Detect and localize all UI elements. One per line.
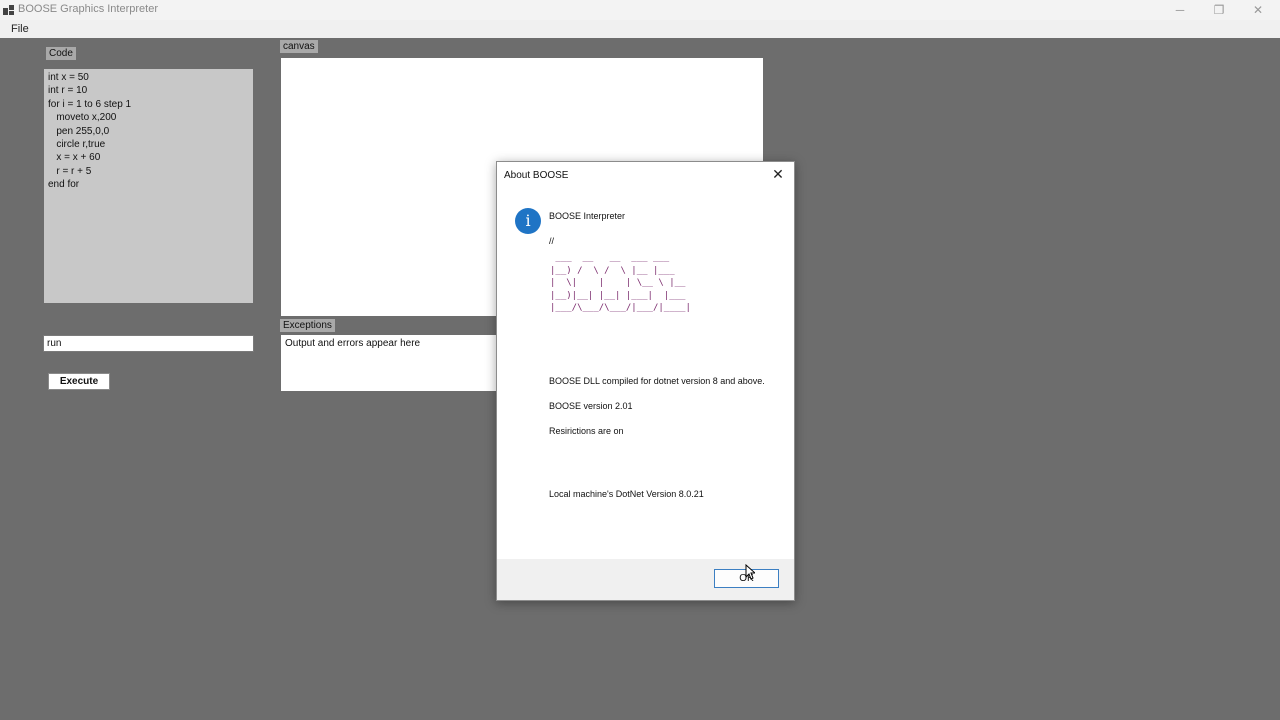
version-text: BOOSE version 2.01 bbox=[549, 401, 633, 411]
command-input[interactable]: run bbox=[43, 335, 254, 352]
mouse-cursor-icon bbox=[745, 564, 755, 580]
app-icon bbox=[3, 5, 14, 15]
code-line: circle r,true bbox=[48, 138, 106, 150]
code-line: int x = 50 bbox=[48, 72, 89, 83]
canvas-label: canvas bbox=[280, 40, 318, 53]
dotnet-version-text: Local machine's DotNet Version 8.0.21 bbox=[549, 489, 704, 499]
code-line: moveto x,200 bbox=[48, 112, 117, 124]
close-button[interactable]: ✕ bbox=[1238, 2, 1278, 18]
code-line: pen 255,0,0 bbox=[48, 125, 110, 137]
dialog-title: About BOOSE bbox=[504, 170, 569, 181]
exceptions-label: Exceptions bbox=[280, 319, 335, 332]
info-icon: i bbox=[515, 208, 541, 234]
code-line: x = x + 60 bbox=[48, 152, 101, 164]
code-line: r = r + 5 bbox=[48, 165, 92, 177]
code-line: for i = 1 to 6 step 1 bbox=[48, 98, 132, 110]
restrictions-text: Resirictions are on bbox=[549, 426, 624, 436]
dll-info-text: BOOSE DLL compiled for dotnet version 8 … bbox=[549, 376, 765, 386]
ascii-art-logo: ___ __ __ ___ ___ |__) / \ / \ |__ |___ … bbox=[550, 253, 691, 314]
minimize-button[interactable]: ─ bbox=[1160, 2, 1200, 18]
code-editor[interactable]: int x = 50 int r = 10 for i = 1 to 6 ste… bbox=[44, 69, 253, 303]
dialog-slashes: // bbox=[549, 236, 555, 246]
menu-file[interactable]: File bbox=[11, 23, 29, 35]
dialog-close-button[interactable]: ✕ bbox=[767, 165, 789, 183]
execute-button[interactable]: Execute bbox=[48, 373, 110, 390]
about-dialog: About BOOSE ✕ i BOOSE Interpreter // ___… bbox=[496, 161, 795, 601]
window-title: BOOSE Graphics Interpreter bbox=[18, 3, 158, 15]
output-box[interactable]: Output and errors appear here bbox=[281, 335, 497, 391]
maximize-button[interactable]: ❐ bbox=[1199, 2, 1239, 18]
code-line: int r = 10 bbox=[48, 85, 88, 97]
code-label: Code bbox=[46, 47, 76, 60]
title-bar: BOOSE Graphics Interpreter ─ ❐ ✕ bbox=[0, 0, 1280, 20]
code-line: end for bbox=[48, 179, 80, 191]
dialog-heading: BOOSE Interpreter bbox=[549, 211, 626, 221]
menu-bar: File bbox=[0, 20, 1280, 38]
